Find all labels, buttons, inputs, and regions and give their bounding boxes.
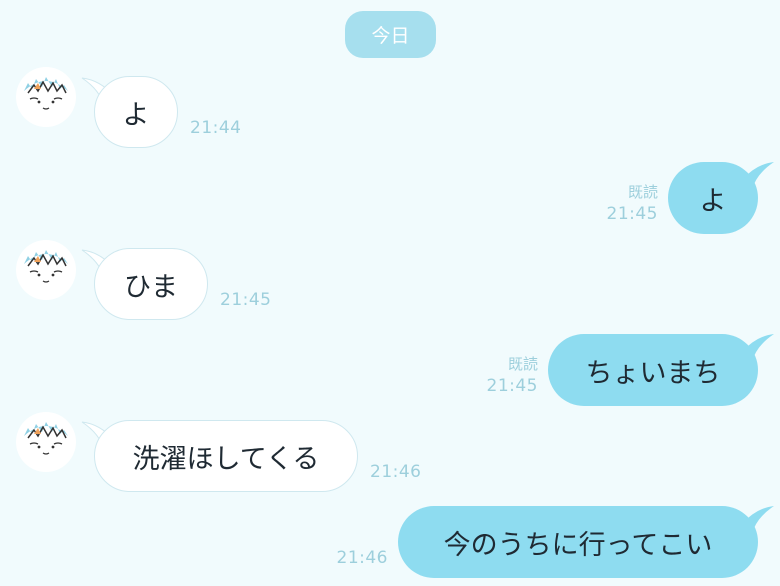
- chat-area[interactable]: 今日 よ 21:44 既読 21:45 よ ひま 21:45 既読 21:45 …: [0, 0, 780, 586]
- message-text: ひま: [124, 271, 178, 303]
- message-time: 21:46: [336, 548, 388, 568]
- bubble-tail-icon: [742, 506, 774, 534]
- message-bubble[interactable]: よ: [94, 76, 178, 148]
- avatar-icon[interactable]: [16, 67, 76, 127]
- message-text: 今のうちに行ってこい: [443, 529, 713, 561]
- message-bubble[interactable]: ひま: [94, 248, 208, 320]
- message-time: 21:45: [486, 376, 538, 396]
- avatar-icon[interactable]: [16, 412, 76, 472]
- message-bubble[interactable]: 洗濯ほしてくる: [94, 420, 358, 492]
- bubble-tail-icon: [742, 162, 774, 190]
- message-text: ちょいまち: [585, 357, 721, 389]
- message-text: よ: [699, 185, 727, 217]
- message-time: 21:44: [190, 118, 242, 138]
- message-bubble[interactable]: ちょいまち: [548, 334, 758, 406]
- message-time: 21:45: [220, 290, 272, 310]
- message-bubble[interactable]: 今のうちに行ってこい: [398, 506, 758, 578]
- date-separator: 今日: [345, 11, 436, 58]
- read-receipt: 既読: [627, 183, 658, 201]
- avatar-icon[interactable]: [16, 240, 76, 300]
- bubble-tail-icon: [742, 334, 774, 362]
- read-receipt: 既読: [507, 355, 538, 373]
- message-text: 洗濯ほしてくる: [132, 443, 320, 475]
- message-text: よ: [122, 99, 150, 131]
- message-time: 21:46: [370, 462, 422, 482]
- message-time: 21:45: [606, 204, 658, 224]
